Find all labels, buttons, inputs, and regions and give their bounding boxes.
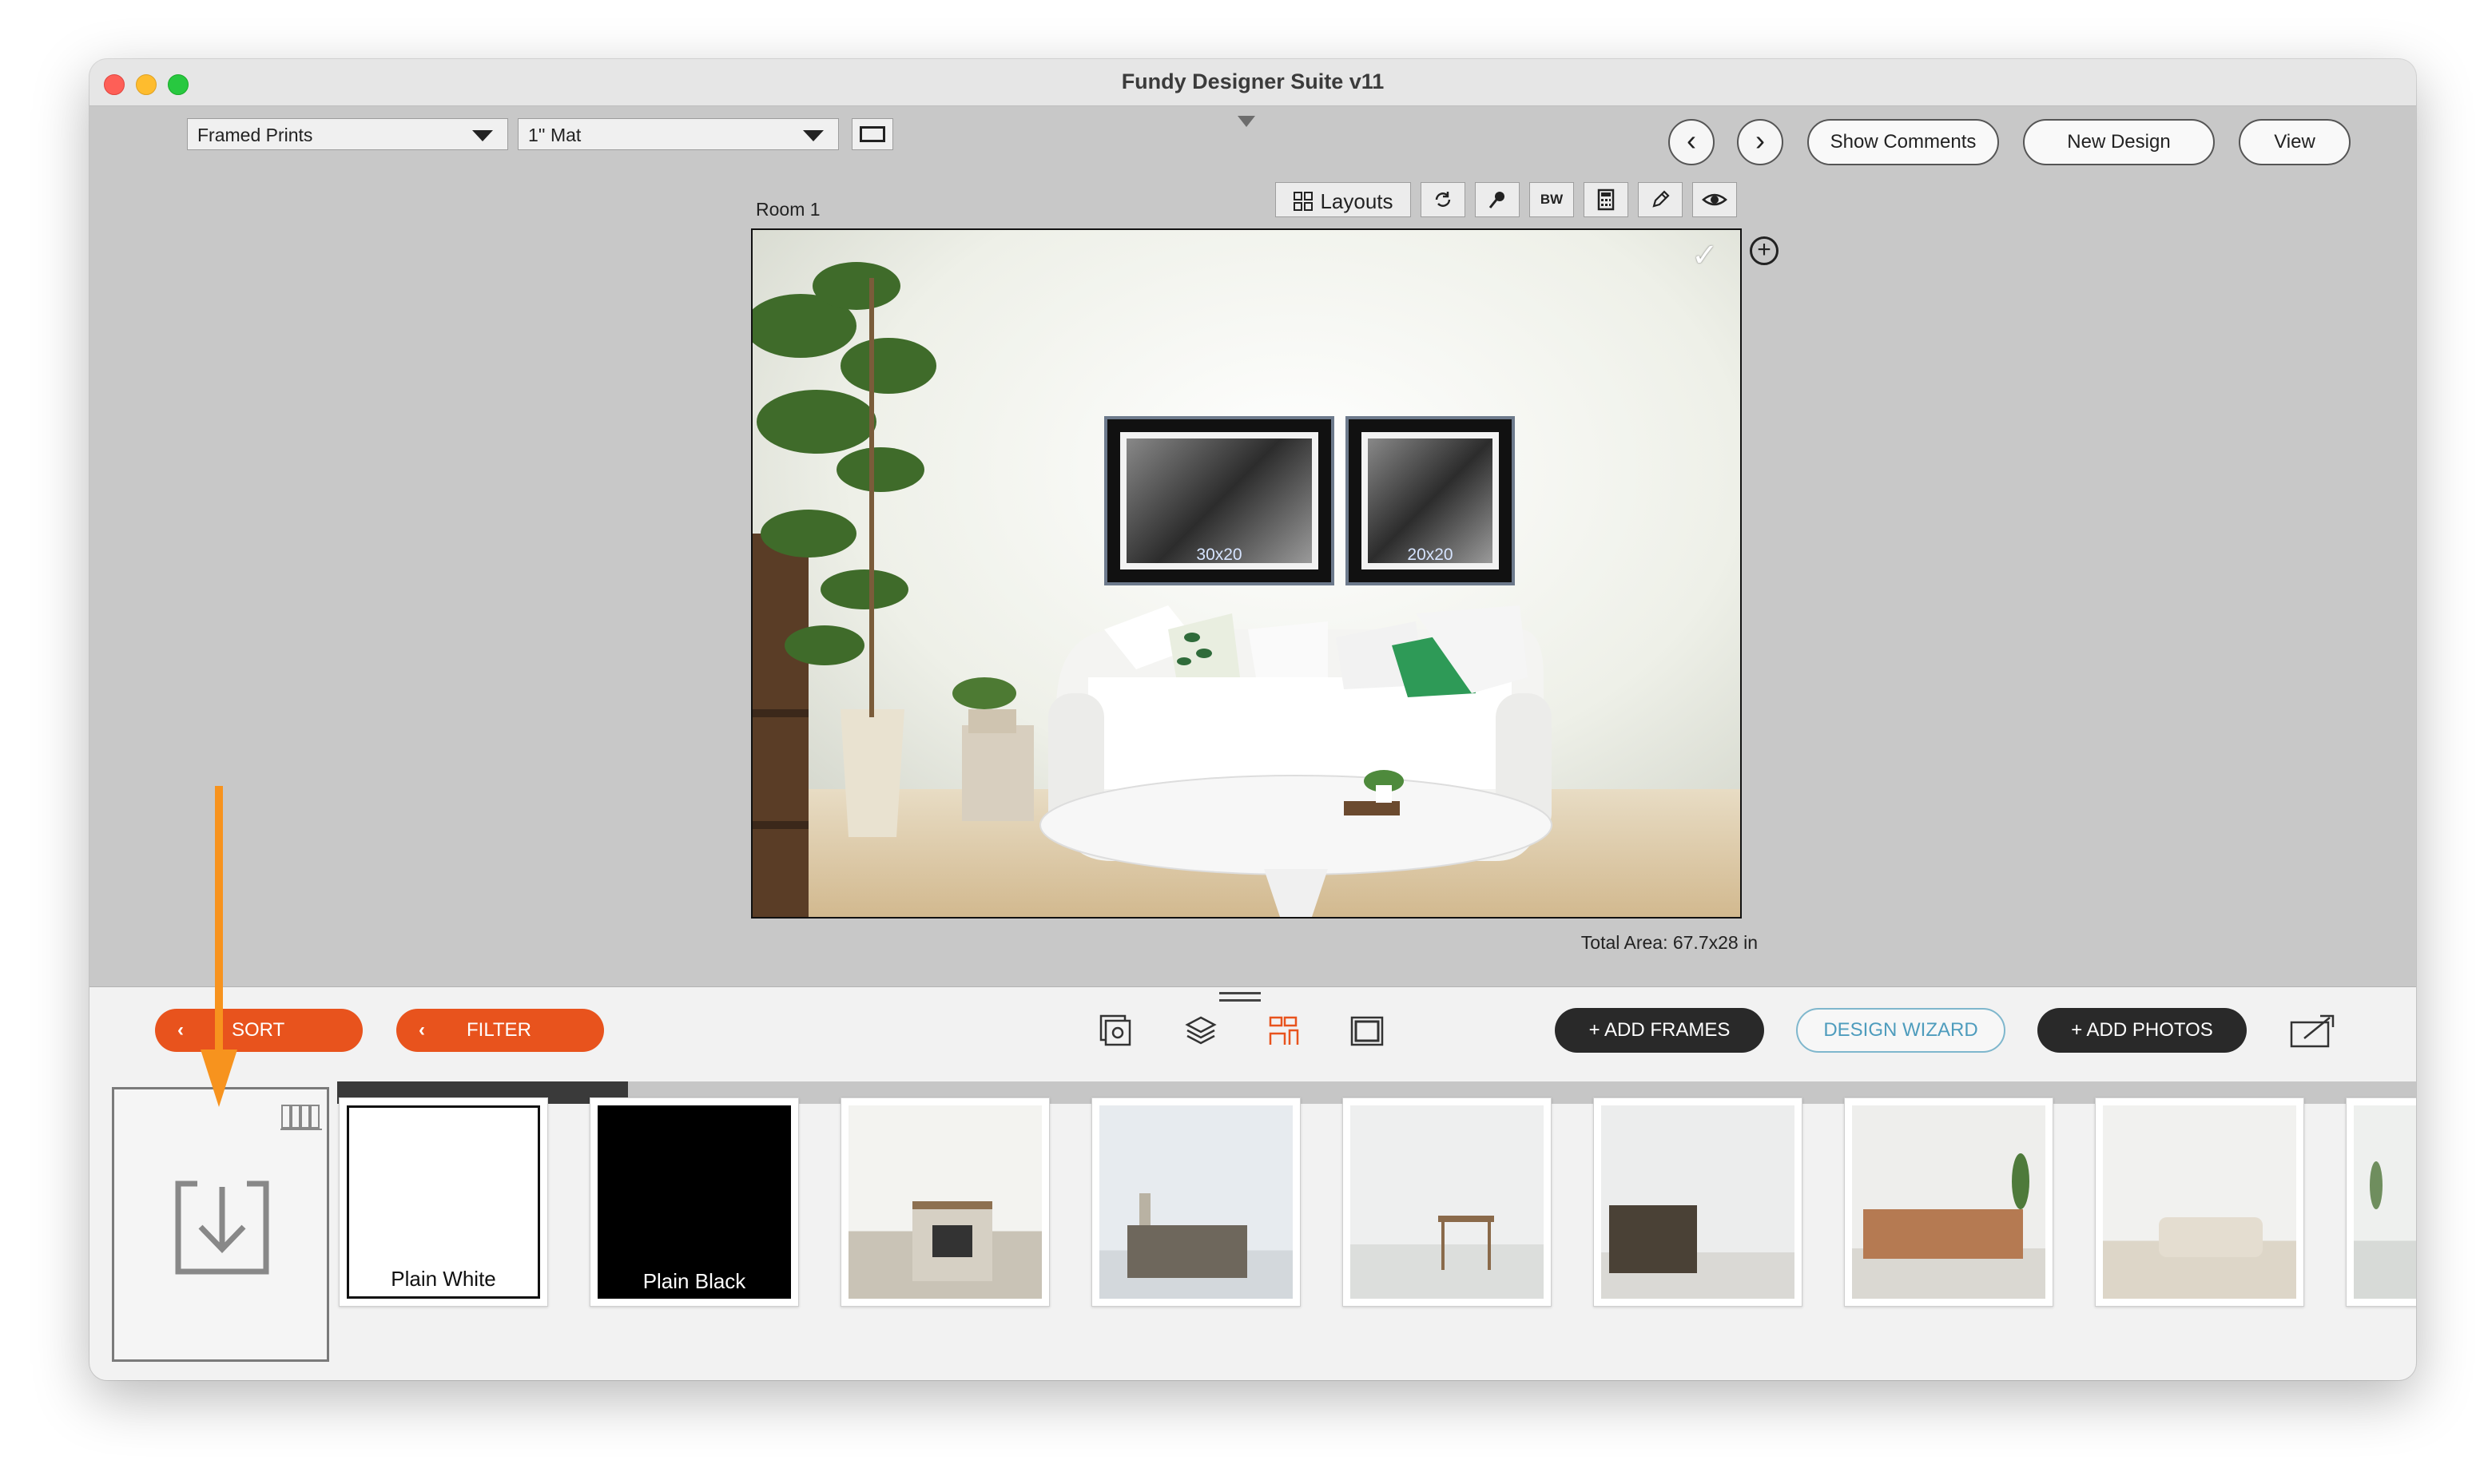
- filter-label: FILTER: [467, 1019, 531, 1041]
- layouts-label: Layouts: [1320, 189, 1393, 214]
- frame-photo: [1127, 438, 1312, 563]
- share-icon[interactable]: [2288, 1011, 2339, 1051]
- tile-thumbnail: [1099, 1105, 1293, 1299]
- add-frames-button[interactable]: + ADD FRAMES: [1555, 1008, 1764, 1053]
- room-tile[interactable]: [1091, 1097, 1301, 1307]
- room-tile-plain-black[interactable]: Plain Black: [590, 1097, 799, 1307]
- tile-caption: Plain White: [391, 1267, 496, 1291]
- room-tile[interactable]: [2095, 1097, 2304, 1307]
- rotate-icon: [1435, 192, 1451, 207]
- frame-20x20[interactable]: 20x20: [1345, 416, 1515, 585]
- chevron-down-icon: [803, 130, 824, 141]
- view-button[interactable]: View: [2239, 119, 2351, 165]
- room-label: Room 1: [756, 199, 821, 220]
- room-tile[interactable]: [2346, 1097, 2416, 1307]
- room-tile[interactable]: [1593, 1097, 1802, 1307]
- new-design-button[interactable]: New Design: [2023, 119, 2215, 165]
- mat-value: 1'' Mat: [528, 125, 582, 145]
- calculator-button[interactable]: [1584, 182, 1628, 217]
- frame-size-label: 20x20: [1407, 546, 1453, 564]
- rotate-button[interactable]: [1421, 182, 1465, 217]
- tile-caption: Plain Black: [642, 1269, 746, 1293]
- mat-select[interactable]: 1'' Mat: [518, 118, 839, 150]
- orientation-button[interactable]: [852, 118, 893, 150]
- previous-button[interactable]: ‹: [1668, 119, 1715, 165]
- layouts-icon: [1294, 192, 1314, 212]
- preview-button[interactable]: [1692, 182, 1737, 217]
- filter-button[interactable]: ‹ FILTER: [396, 1009, 604, 1052]
- rectangle-icon: [860, 126, 885, 142]
- resize-handle[interactable]: [1219, 992, 1261, 1002]
- tile-thumbnail: Plain Black: [598, 1105, 791, 1299]
- pencil-icon: [1652, 190, 1670, 208]
- layouts-button[interactable]: Layouts: [1275, 182, 1411, 217]
- tile-thumbnail: [1601, 1105, 1794, 1299]
- room-tile[interactable]: [1844, 1097, 2053, 1307]
- pin-button[interactable]: [1475, 182, 1520, 217]
- room-tile[interactable]: [1342, 1097, 1552, 1307]
- add-circle-icon[interactable]: +: [1750, 236, 1779, 265]
- sort-label: SORT: [232, 1019, 285, 1041]
- eye-icon: [1702, 193, 1727, 206]
- arrow-down-icon: [201, 786, 237, 1107]
- chevron-left-icon: ‹: [419, 1019, 425, 1041]
- layers-icon[interactable]: [1182, 1013, 1219, 1050]
- gallery-icon[interactable]: [1098, 1013, 1135, 1050]
- tile-thumbnail: [2103, 1105, 2296, 1299]
- show-comments-button[interactable]: Show Comments: [1807, 119, 1999, 165]
- frame-icon[interactable]: [1349, 1013, 1385, 1050]
- add-photos-button[interactable]: + ADD PHOTOS: [2037, 1008, 2247, 1053]
- tile-thumbnail: [849, 1105, 1042, 1299]
- sort-button[interactable]: ‹ SORT: [155, 1009, 363, 1052]
- frame-30x20[interactable]: 30x20: [1104, 416, 1334, 585]
- import-icon: [175, 1180, 269, 1275]
- product-type-select[interactable]: Framed Prints: [187, 118, 508, 150]
- tile-thumbnail: Plain White: [347, 1105, 540, 1299]
- title-bar: Fundy Designer Suite v11: [89, 59, 2416, 106]
- import-tile[interactable]: [112, 1087, 329, 1362]
- window-title: Fundy Designer Suite v11: [1121, 69, 1385, 93]
- pin-icon: [1488, 192, 1504, 208]
- tile-thumbnail: [1350, 1105, 1544, 1299]
- total-area: Total Area: 67.7x28 in: [1580, 932, 1758, 953]
- app-window: Fundy Designer Suite v11 Framed Prints 1…: [89, 59, 2416, 1380]
- room-icon[interactable]: [1266, 1013, 1302, 1050]
- bottom-panel: ‹ SORT ‹ FILTER + ADD FRAMES DESIGN WIZA…: [89, 986, 2416, 1380]
- product-type-value: Framed Prints: [197, 125, 313, 145]
- tile-thumbnail: [1852, 1105, 2045, 1299]
- next-button[interactable]: ›: [1737, 119, 1783, 165]
- chevron-down-icon: [472, 130, 493, 141]
- collapse-toolbar-icon[interactable]: [1238, 116, 1255, 127]
- checkmark-icon[interactable]: ✓: [1691, 237, 1719, 274]
- chevron-right-icon: ›: [1755, 124, 1765, 157]
- edit-button[interactable]: [1638, 182, 1683, 217]
- design-wizard-button[interactable]: DESIGN WIZARD: [1796, 1008, 2005, 1053]
- calculator-icon: [1597, 188, 1615, 211]
- room-tile-plain-white[interactable]: Plain White: [339, 1097, 548, 1307]
- room-tile[interactable]: [841, 1097, 1050, 1307]
- chevron-left-icon: ‹: [177, 1019, 184, 1041]
- frame-photo: [1368, 438, 1492, 563]
- tile-thumbnail: [2354, 1105, 2416, 1299]
- library-icon[interactable]: [280, 1099, 322, 1131]
- frame-size-label: 30x20: [1196, 546, 1242, 564]
- chevron-left-icon: ‹: [1687, 124, 1696, 157]
- black-white-button[interactable]: BW: [1529, 182, 1574, 217]
- workspace: Framed Prints 1'' Mat ‹ › Show Comments …: [89, 106, 2416, 986]
